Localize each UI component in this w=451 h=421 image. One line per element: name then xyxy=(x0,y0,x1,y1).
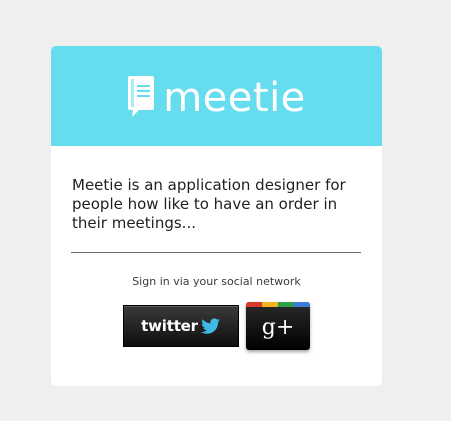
twitter-signin-button[interactable]: twitter xyxy=(123,305,239,347)
notebook-icon xyxy=(128,76,155,117)
google-plus-signin-button[interactable]: g+ xyxy=(246,302,310,350)
signin-card: meetie Meetie is an application designer… xyxy=(51,46,382,386)
google-plus-stripes xyxy=(246,302,310,307)
twitter-bird-icon xyxy=(200,318,220,334)
meetie-logo: meetie xyxy=(127,74,306,118)
signin-prompt: Sign in via your social network xyxy=(132,275,301,288)
twitter-label: twitter xyxy=(141,317,198,335)
brand-name: meetie xyxy=(163,75,306,121)
google-plus-icon: g+ xyxy=(261,315,295,340)
card-header: meetie xyxy=(51,46,382,146)
app-description: Meetie is an application designer for pe… xyxy=(72,176,346,232)
divider xyxy=(71,252,361,253)
